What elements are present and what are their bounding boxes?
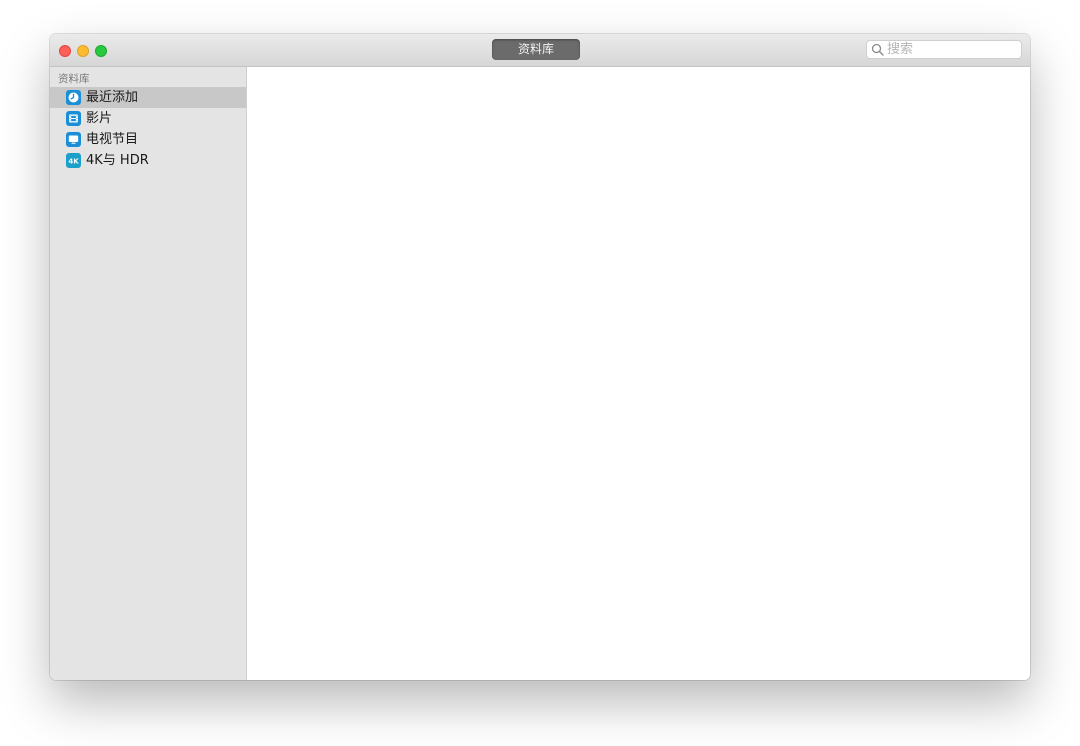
search-icon bbox=[871, 43, 884, 56]
sidebar-item-label: 4K与 HDR bbox=[86, 153, 149, 168]
sidebar-item-movies[interactable]: 影片 bbox=[50, 108, 246, 129]
tv-icon bbox=[66, 132, 81, 147]
sidebar-item-4k-hdr[interactable]: 4K 4K与 HDR bbox=[50, 150, 246, 171]
film-icon bbox=[66, 111, 81, 126]
sidebar-item-label: 最近添加 bbox=[86, 90, 139, 105]
maximize-window-button[interactable] bbox=[95, 45, 107, 57]
clock-icon bbox=[66, 90, 81, 105]
app-window: 资料库 资料库 最近添加 bbox=[50, 34, 1030, 680]
4k-icon: 4K bbox=[66, 153, 81, 168]
minimize-window-button[interactable] bbox=[77, 45, 89, 57]
main-content-area bbox=[247, 67, 1030, 680]
sidebar-item-label: 电视节目 bbox=[86, 132, 139, 147]
search-field[interactable] bbox=[866, 40, 1022, 59]
sidebar-item-recently-added[interactable]: 最近添加 bbox=[50, 87, 246, 108]
sidebar-item-label: 影片 bbox=[86, 111, 113, 126]
sidebar-item-tv-shows[interactable]: 电视节目 bbox=[50, 129, 246, 150]
library-tab[interactable]: 资料库 bbox=[492, 39, 580, 60]
close-window-button[interactable] bbox=[59, 45, 71, 57]
title-bar: 资料库 bbox=[50, 34, 1030, 67]
svg-text:4K: 4K bbox=[68, 157, 79, 165]
sidebar: 资料库 最近添加 影片 电视节目 4K 4K与 HDR bbox=[50, 67, 247, 680]
search-input[interactable] bbox=[887, 41, 1017, 58]
sidebar-section-header: 资料库 bbox=[58, 73, 90, 85]
